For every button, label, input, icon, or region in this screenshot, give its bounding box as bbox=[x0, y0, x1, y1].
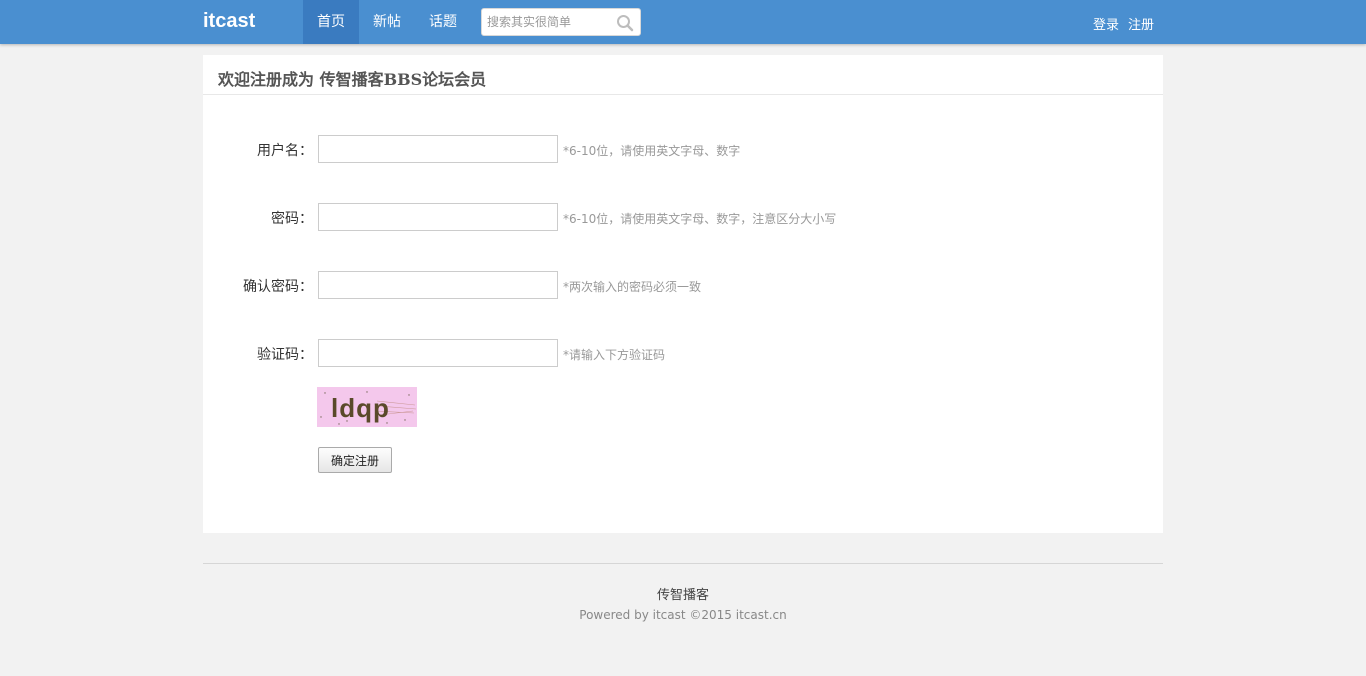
password-input[interactable] bbox=[318, 203, 558, 231]
nav-item-home[interactable]: 首页 bbox=[303, 0, 359, 44]
confirm-password-input[interactable] bbox=[318, 271, 558, 299]
registration-panel: 欢迎注册成为 传智播客BBS论坛会员 用户名： *6-10位，请使用英文字母、数… bbox=[203, 55, 1163, 533]
captcha-row: 验证码： *请输入下方验证码 bbox=[203, 339, 1163, 367]
confirm-password-hint: *两次输入的密码必须一致 bbox=[563, 280, 702, 294]
password-hint: *6-10位，请使用英文字母、数字，注意区分大小写 bbox=[563, 212, 837, 226]
confirm-password-label: 确认密码： bbox=[243, 279, 313, 295]
search-input[interactable] bbox=[487, 12, 613, 32]
confirm-password-row: 确认密码： *两次输入的密码必须一致 bbox=[203, 271, 1163, 299]
password-row: 密码： *6-10位，请使用英文字母、数字，注意区分大小写 bbox=[203, 203, 1163, 231]
page-title: 欢迎注册成为 传智播客BBS论坛会员 bbox=[218, 70, 487, 89]
register-link[interactable]: 注册 bbox=[1128, 14, 1154, 33]
search-box bbox=[481, 8, 641, 36]
panel-header: 欢迎注册成为 传智播客BBS论坛会员 bbox=[203, 55, 1163, 95]
site-logo[interactable]: itcast bbox=[203, 10, 255, 33]
search-icon[interactable] bbox=[616, 14, 634, 32]
nav-item-new-posts[interactable]: 新帖 bbox=[359, 0, 415, 44]
username-row: 用户名： *6-10位，请使用英文字母、数字 bbox=[203, 135, 1163, 163]
footer-brand: 传智播客 bbox=[656, 588, 709, 603]
username-hint: *6-10位，请使用英文字母、数字 bbox=[563, 144, 741, 158]
username-label: 用户名： bbox=[257, 143, 313, 159]
footer-powered-by: Powered by itcast ©2015 itcast.cn bbox=[579, 608, 787, 622]
captcha-input[interactable] bbox=[318, 339, 558, 367]
captcha-text: ldqp bbox=[331, 393, 390, 423]
username-input[interactable] bbox=[318, 135, 558, 163]
login-link[interactable]: 登录 bbox=[1093, 14, 1119, 33]
footer-divider bbox=[203, 563, 1163, 564]
nav-item-topics[interactable]: 话题 bbox=[415, 0, 471, 44]
top-nav-bar: itcast 首页 新帖 话题 登录 注册 bbox=[0, 0, 1366, 44]
password-label: 密码： bbox=[271, 211, 313, 227]
submit-register-button[interactable]: 确定注册 bbox=[318, 447, 392, 473]
captcha-image[interactable]: ldqp bbox=[317, 387, 417, 427]
captcha-label: 验证码： bbox=[257, 347, 313, 363]
captcha-hint: *请输入下方验证码 bbox=[563, 348, 666, 362]
